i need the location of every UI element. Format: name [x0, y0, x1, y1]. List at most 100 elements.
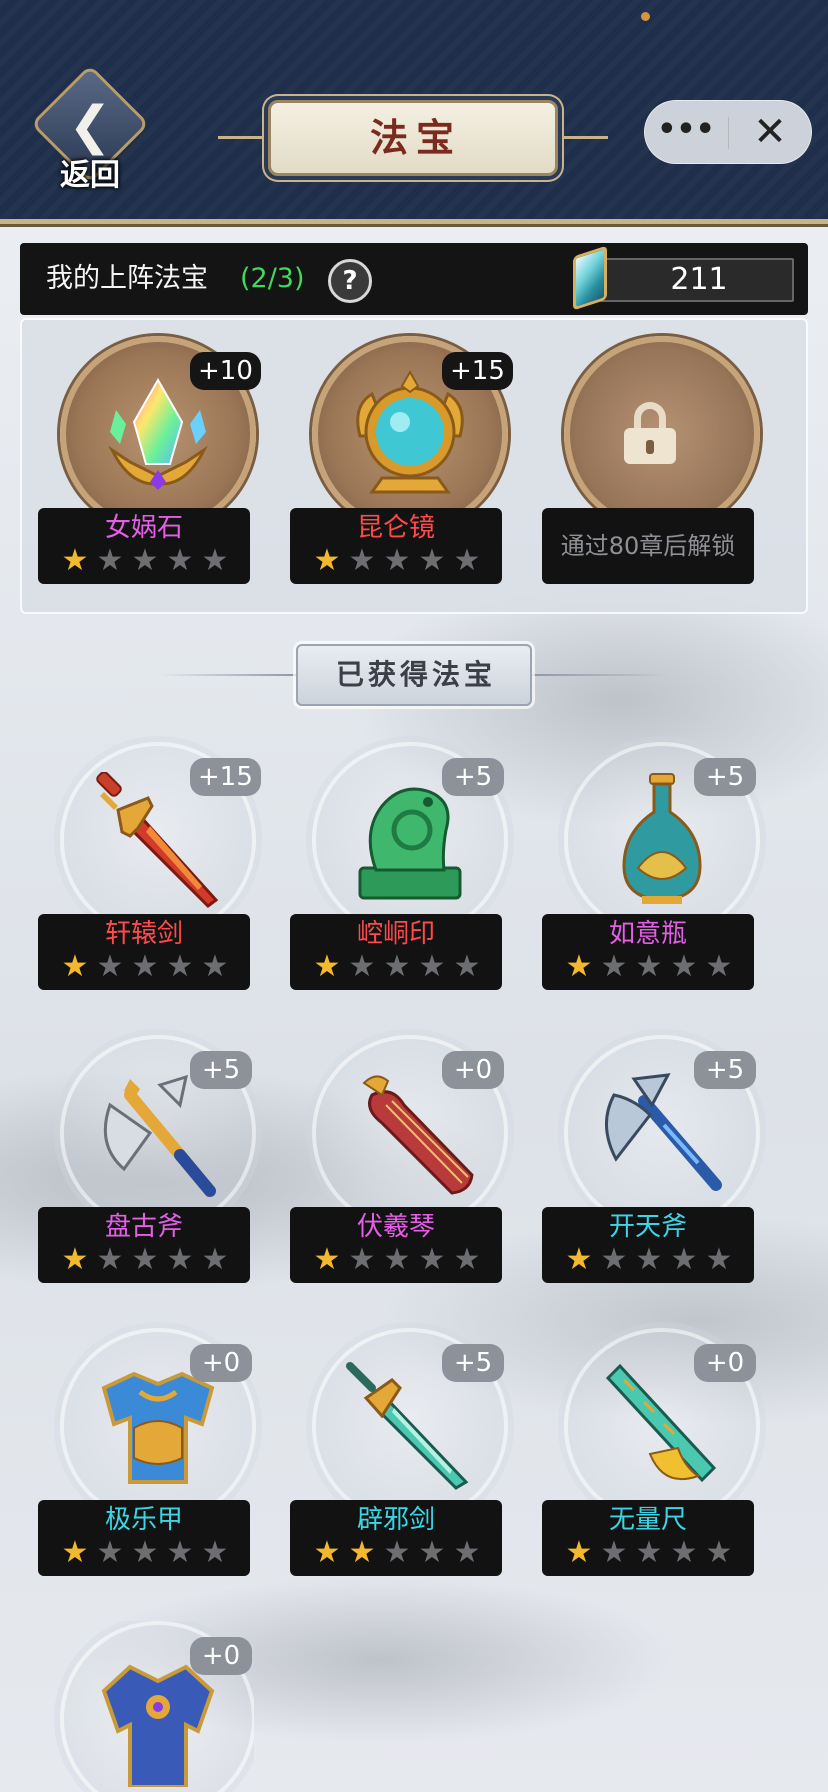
back-button[interactable]: ❮ 返回	[30, 64, 150, 200]
star-icon: ★	[383, 949, 411, 984]
page-title-plate: 法宝	[218, 100, 608, 176]
item-name: 无量尺	[608, 1505, 687, 1535]
star-icon: ★	[453, 543, 481, 578]
star-icon: ★	[166, 949, 194, 984]
star-icon: ★	[61, 543, 89, 578]
equipped-slot-nuwa-stone[interactable]: +10 女娲石 ★ ★ ★ ★ ★	[38, 336, 261, 586]
star-icon: ★	[453, 949, 481, 984]
crystal-gem-icon	[568, 245, 612, 311]
section-title-plate: 已获得法宝	[296, 644, 532, 706]
owned-item-jile-armor[interactable]: +0 极乐甲 ★ ★ ★ ★ ★	[38, 1328, 256, 1578]
item-name: 崆峒印	[356, 919, 435, 949]
star-rating: ★ ★ ★ ★ ★	[60, 546, 230, 580]
star-icon: ★	[348, 1535, 376, 1570]
title-ornament-right	[558, 136, 608, 139]
lock-icon	[622, 402, 678, 464]
star-icon: ★	[313, 1242, 341, 1277]
star-icon: ★	[61, 1242, 89, 1277]
currency-box: 211	[600, 258, 794, 302]
star-rating: ★ ★ ★ ★ ★	[564, 1245, 734, 1279]
owned-item-ruyi-vase[interactable]: +5 如意瓶 ★ ★ ★ ★ ★	[542, 742, 760, 992]
star-icon: ★	[131, 949, 159, 984]
unlock-hint: 通过80章后解锁	[560, 532, 736, 560]
name-bar: 开天斧 ★ ★ ★ ★ ★	[542, 1207, 754, 1283]
star-rating: ★ ★ ★ ★ ★	[60, 952, 230, 986]
star-icon: ★	[201, 1242, 229, 1277]
close-button[interactable]: ✕	[729, 101, 811, 163]
level-badge: +5	[694, 1051, 756, 1089]
star-icon: ★	[131, 1535, 159, 1570]
star-icon: ★	[383, 1242, 411, 1277]
star-icon: ★	[705, 1535, 733, 1570]
owned-item-kaitian-axe[interactable]: +5 开天斧 ★ ★ ★ ★ ★	[542, 1035, 760, 1285]
name-bar: 盘古斧 ★ ★ ★ ★ ★	[38, 1207, 250, 1283]
section-line-left	[160, 674, 300, 676]
item-name: 昆仑镜	[356, 513, 435, 543]
star-rating: ★ ★ ★ ★ ★	[312, 1538, 482, 1572]
owned-item-bixie-sword[interactable]: +5 辟邪剑 ★ ★ ★ ★ ★	[290, 1328, 508, 1578]
currency-value: 211	[670, 262, 728, 297]
owned-item-fuxi-qin[interactable]: +0 伏羲琴 ★ ★ ★ ★ ★	[290, 1035, 508, 1285]
star-icon: ★	[166, 1242, 194, 1277]
owned-item-blue-armor[interactable]: +0	[38, 1621, 254, 1792]
star-icon: ★	[383, 1535, 411, 1570]
star-icon: ★	[201, 1535, 229, 1570]
star-icon: ★	[670, 1535, 698, 1570]
star-icon: ★	[418, 543, 446, 578]
page-title: 法宝	[369, 115, 462, 160]
star-icon: ★	[313, 949, 341, 984]
name-bar: 伏羲琴 ★ ★ ★ ★ ★	[290, 1207, 502, 1283]
star-icon: ★	[418, 1535, 446, 1570]
level-badge: +0	[190, 1344, 252, 1382]
equipped-slot-locked[interactable]: 通过80章后解锁	[542, 336, 760, 586]
owned-item-wuliang-ruler[interactable]: +0 无量尺 ★ ★ ★ ★ ★	[542, 1328, 760, 1578]
star-rating: ★ ★ ★ ★ ★	[564, 952, 734, 986]
star-rating: ★ ★ ★ ★ ★	[312, 952, 482, 986]
star-icon: ★	[635, 1242, 663, 1277]
star-icon: ★	[418, 949, 446, 984]
page-title-box: 法宝	[268, 100, 558, 176]
star-rating: ★ ★ ★ ★ ★	[564, 1538, 734, 1572]
section-title: 已获得法宝	[335, 658, 496, 691]
level-badge: +5	[694, 758, 756, 796]
owned-item-pangu-axe[interactable]: +5 盘古斧 ★ ★ ★ ★ ★	[38, 1035, 256, 1285]
name-bar: 极乐甲 ★ ★ ★ ★ ★	[38, 1500, 250, 1576]
owned-item-xuanyuan-sword[interactable]: +15 轩辕剑 ★ ★ ★ ★ ★	[38, 742, 261, 992]
name-bar: 通过80章后解锁	[542, 508, 754, 584]
star-icon: ★	[453, 1535, 481, 1570]
star-icon: ★	[131, 1242, 159, 1277]
star-icon: ★	[565, 1242, 593, 1277]
title-ornament-left	[218, 136, 268, 139]
equipped-header-bar: 我的上阵法宝 (2/3) ? 211	[20, 243, 808, 315]
star-rating: ★ ★ ★ ★ ★	[312, 546, 482, 580]
help-button[interactable]: ?	[328, 259, 372, 303]
equipped-slot-kunlun-mirror[interactable]: +15 昆仑镜 ★ ★ ★ ★ ★	[290, 336, 513, 586]
notification-dot	[641, 12, 650, 21]
name-bar: 崆峒印 ★ ★ ★ ★ ★	[290, 914, 502, 990]
level-badge: +15	[442, 352, 513, 390]
name-bar: 女娲石 ★ ★ ★ ★ ★	[38, 508, 250, 584]
star-icon: ★	[600, 949, 628, 984]
level-badge: +5	[190, 1051, 252, 1089]
name-bar: 轩辕剑 ★ ★ ★ ★ ★	[38, 914, 250, 990]
star-icon: ★	[705, 1242, 733, 1277]
star-icon: ★	[131, 543, 159, 578]
more-options-button[interactable]: •••	[645, 101, 727, 163]
star-icon: ★	[670, 1242, 698, 1277]
star-icon: ★	[201, 543, 229, 578]
equipped-label: 我的上阵法宝	[46, 263, 208, 294]
level-badge: +0	[190, 1637, 252, 1675]
level-badge: +10	[190, 352, 261, 390]
star-icon: ★	[166, 1535, 194, 1570]
star-icon: ★	[565, 949, 593, 984]
name-bar: 昆仑镜 ★ ★ ★ ★ ★	[290, 508, 502, 584]
star-icon: ★	[348, 1242, 376, 1277]
star-icon: ★	[670, 949, 698, 984]
owned-item-kongtong-seal[interactable]: +5 崆峒印 ★ ★ ★ ★ ★	[290, 742, 508, 992]
star-rating: ★ ★ ★ ★ ★	[60, 1538, 230, 1572]
item-name: 开天斧	[608, 1212, 687, 1242]
star-icon: ★	[96, 1242, 124, 1277]
level-badge: +0	[442, 1051, 504, 1089]
star-icon: ★	[61, 949, 89, 984]
top-bar: ❮ 返回 法宝 ••• ✕	[0, 0, 828, 224]
